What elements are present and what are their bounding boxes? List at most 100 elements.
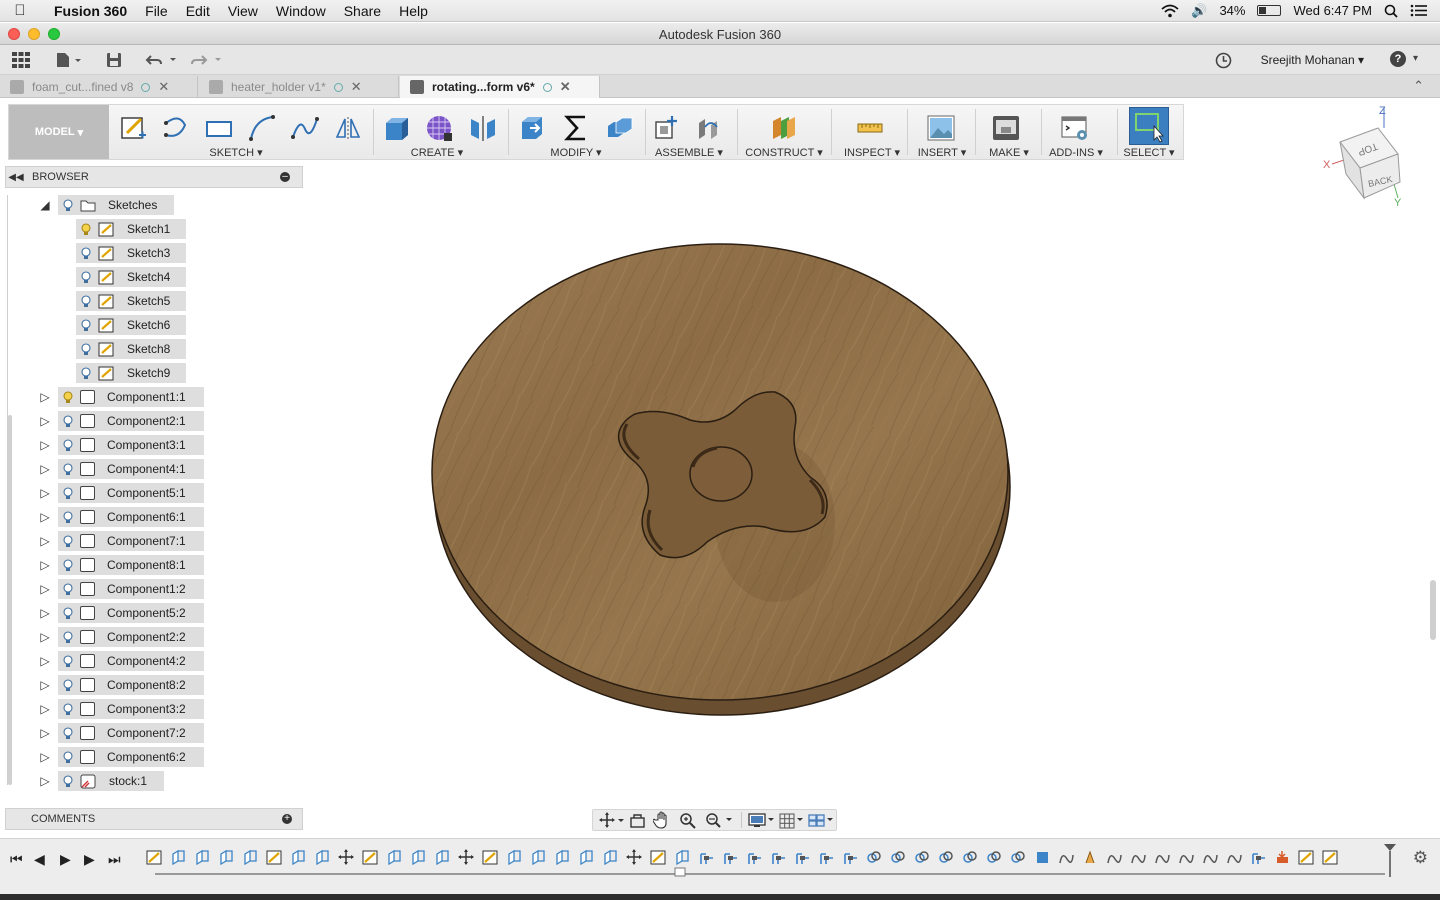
timeline-feature-joint-icon[interactable]: [842, 849, 858, 866]
timeline-play-icon[interactable]: ▶: [60, 851, 71, 868]
press-pull-icon[interactable]: [517, 113, 547, 143]
3d-print-icon[interactable]: [991, 113, 1021, 143]
grid-snaps-icon[interactable]: [778, 812, 806, 829]
timeline-go-start-icon[interactable]: ⏮: [10, 851, 23, 868]
ribbon-group-create[interactable]: CREATE ▾: [407, 146, 467, 159]
pan-hand-icon[interactable]: [653, 811, 671, 829]
expand-arrow-icon[interactable]: ▷: [38, 774, 52, 788]
timeline-feature-sketch-icon[interactable]: [482, 849, 498, 866]
expand-arrow-icon[interactable]: ▷: [38, 654, 52, 668]
menu-file[interactable]: File: [136, 3, 177, 19]
zoom-icon[interactable]: [679, 812, 697, 829]
ribbon-group-insert[interactable]: INSERT ▾: [912, 146, 972, 159]
visibility-bulb-icon[interactable]: [62, 702, 74, 716]
expand-arrow-icon[interactable]: ▷: [38, 414, 52, 428]
timeline-feature-extrude-icon[interactable]: [170, 849, 186, 866]
line-tool-icon[interactable]: [161, 113, 191, 143]
timeline-feature-joint-icon[interactable]: [794, 849, 810, 866]
ribbon-group-inspect[interactable]: INSPECT ▾: [842, 146, 902, 159]
ribbon-group-assemble[interactable]: ASSEMBLE ▾: [654, 146, 724, 159]
timeline-scrub-handle[interactable]: [674, 867, 686, 877]
timeline-go-end-icon[interactable]: ⏭: [108, 851, 121, 868]
timeline-feature-extrude-icon[interactable]: [506, 849, 522, 866]
timeline-feature-arc-icon[interactable]: [1178, 849, 1194, 866]
timeline-feature-extrude-icon[interactable]: [578, 849, 594, 866]
timeline-feature-extrude-icon[interactable]: [386, 849, 402, 866]
timeline-feature-rigid-icon[interactable]: [962, 849, 978, 866]
collapse-arrow-icon[interactable]: ◢: [38, 198, 52, 212]
visibility-bulb-icon[interactable]: [62, 198, 74, 212]
tab-rotating-form[interactable]: rotating...form v6* ✕: [400, 76, 600, 98]
timeline-feature-rigid-icon[interactable]: [1010, 849, 1026, 866]
tab-foam-cut[interactable]: foam_cut...fined v8 ✕: [0, 76, 198, 98]
help-dropdown-icon[interactable]: ▾: [1413, 53, 1418, 64]
extrude-icon[interactable]: [382, 113, 412, 143]
timeline-feature-joint-icon[interactable]: [746, 849, 762, 866]
visibility-bulb-icon[interactable]: [62, 582, 74, 596]
visibility-bulb-icon[interactable]: [80, 342, 92, 356]
expand-arrow-icon[interactable]: ▷: [38, 750, 52, 764]
clock[interactable]: Wed 6:47 PM: [1293, 3, 1372, 18]
visibility-bulb-icon[interactable]: [62, 558, 74, 572]
viewcube[interactable]: Z X Y TOP BACK: [1318, 102, 1408, 212]
close-tab-icon[interactable]: ✕: [560, 79, 571, 95]
menu-window[interactable]: Window: [267, 3, 335, 19]
expand-arrow-icon[interactable]: ▷: [38, 438, 52, 452]
visibility-bulb-icon[interactable]: [80, 246, 92, 260]
visibility-bulb-icon[interactable]: [62, 654, 74, 668]
combine-icon[interactable]: [605, 113, 635, 143]
timeline-feature-extrude-icon[interactable]: [530, 849, 546, 866]
timeline-feature-arc-icon[interactable]: [1058, 849, 1074, 866]
look-at-icon[interactable]: [629, 812, 646, 829]
browser-minus-icon[interactable]: –: [280, 172, 290, 182]
timeline-feature-extrude-icon[interactable]: [194, 849, 210, 866]
visibility-bulb-icon[interactable]: [62, 630, 74, 644]
timeline-feature-extrude-icon[interactable]: [410, 849, 426, 866]
timeline-feature-extrude-icon[interactable]: [674, 849, 690, 866]
visibility-bulb-icon[interactable]: [62, 486, 74, 500]
expand-arrow-icon[interactable]: ▷: [38, 390, 52, 404]
timeline-feature-rigid-icon[interactable]: [938, 849, 954, 866]
viewport-scrollbar[interactable]: [1430, 580, 1436, 640]
close-tab-icon[interactable]: ✕: [351, 79, 362, 95]
workspace-switcher-button[interactable]: MODEL ▾: [9, 105, 109, 159]
visibility-bulb-icon[interactable]: [62, 534, 74, 548]
measure-icon[interactable]: [855, 113, 885, 143]
user-account-menu[interactable]: Sreejith Mohanan ▾: [1261, 53, 1364, 67]
browser-panel-header[interactable]: ◀◀ BROWSER –: [5, 166, 303, 188]
timeline-feature-arc-icon[interactable]: [1226, 849, 1242, 866]
expand-arrow-icon[interactable]: ▷: [38, 558, 52, 572]
timeline-feature-extrude-icon[interactable]: [218, 849, 234, 866]
timeline-feature-extrude-icon[interactable]: [242, 849, 258, 866]
timeline-feature-joint-icon[interactable]: [818, 849, 834, 866]
timeline-track[interactable]: [155, 873, 1385, 875]
insert-image-icon[interactable]: [926, 113, 956, 143]
form-icon[interactable]: [424, 113, 454, 143]
browser-node-sketch[interactable]: Sketch5: [76, 291, 186, 311]
create-sketch-icon[interactable]: [119, 113, 149, 143]
undo-icon[interactable]: [145, 53, 179, 67]
mirror-body-icon[interactable]: [468, 113, 498, 143]
spline-tool-icon[interactable]: [290, 113, 320, 143]
expand-arrow-icon[interactable]: ▷: [38, 534, 52, 548]
visibility-bulb-icon[interactable]: [80, 318, 92, 332]
browser-node-sketch[interactable]: Sketch4: [76, 267, 186, 287]
timeline-marker[interactable]: [1383, 843, 1397, 879]
timeline-feature-arc-icon[interactable]: [1202, 849, 1218, 866]
help-icon[interactable]: ?: [1390, 51, 1406, 67]
timeline-feature-joint-icon[interactable]: [1250, 849, 1266, 866]
timeline-feature-move-icon[interactable]: [338, 849, 354, 866]
select-tool-button[interactable]: [1129, 107, 1169, 145]
menu-share[interactable]: Share: [335, 3, 390, 19]
wifi-icon[interactable]: [1161, 4, 1179, 18]
mirror-sketch-icon[interactable]: [333, 113, 363, 143]
browser-node-sketch[interactable]: Sketch6: [76, 315, 186, 335]
offset-plane-icon[interactable]: [769, 113, 799, 143]
ribbon-group-select[interactable]: SELECT ▾: [1119, 146, 1179, 159]
browser-node-sketch[interactable]: Sketch8: [76, 339, 186, 359]
visibility-bulb-icon[interactable]: [62, 414, 74, 428]
visibility-bulb-icon[interactable]: [62, 774, 74, 788]
expand-arrow-icon[interactable]: ▷: [38, 678, 52, 692]
battery-icon[interactable]: [1257, 5, 1282, 16]
visibility-bulb-icon[interactable]: [62, 510, 74, 524]
